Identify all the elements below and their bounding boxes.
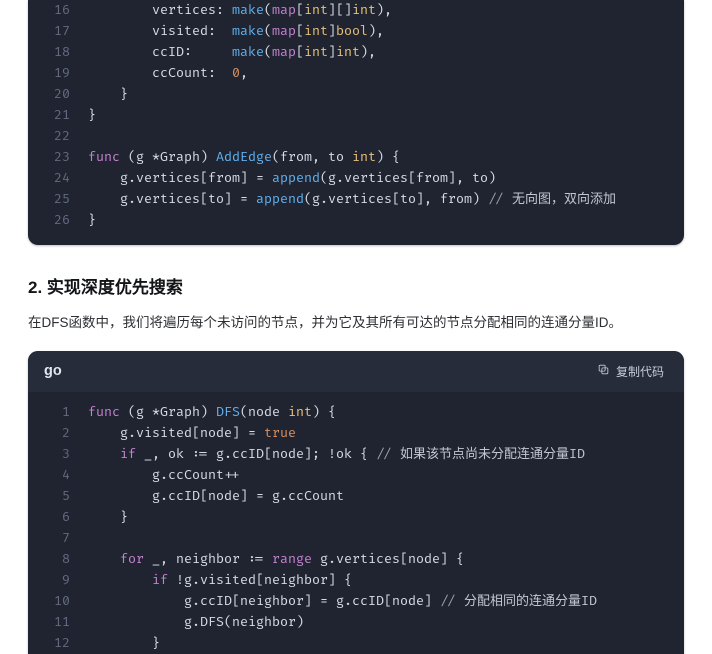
copy-code-label: 复制代码 xyxy=(616,363,664,380)
code-block-dfs: go 复制代码 123456789101112 func (g *Graph) … xyxy=(28,351,684,654)
copy-icon xyxy=(597,363,610,379)
code-block-graph-struct: 1617181920212223242526 vertices: make(ma… xyxy=(28,0,684,245)
code-language-label: go xyxy=(44,363,62,379)
line-number-gutter: 1617181920212223242526 xyxy=(28,0,88,231)
code-source[interactable]: func (g *Graph) DFS(node int) { g.visite… xyxy=(88,402,684,654)
code-source[interactable]: vertices: make(map[int][]int), visited: … xyxy=(88,0,684,231)
line-number-gutter: 123456789101112 xyxy=(28,402,88,654)
copy-code-button[interactable]: 复制代码 xyxy=(593,361,668,382)
article-body: 1617181920212223242526 vertices: make(ma… xyxy=(0,0,712,654)
section-heading: 2. 实现深度优先搜索 xyxy=(28,273,684,298)
code-header: go 复制代码 xyxy=(28,351,684,392)
section-paragraph: 在DFS函数中，我们将遍历每个未访问的节点，并为它及其所有可达的节点分配相同的连… xyxy=(28,312,684,335)
code-body: 1617181920212223242526 vertices: make(ma… xyxy=(28,0,684,245)
code-body: 123456789101112 func (g *Graph) DFS(node… xyxy=(28,392,684,654)
